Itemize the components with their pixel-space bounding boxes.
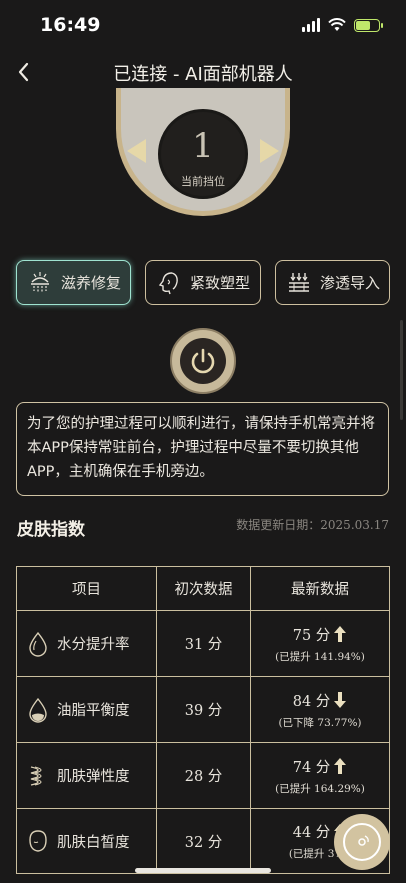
item-name: 肌肤弹性度 [57, 769, 130, 785]
latest-value: 75 分 [292, 627, 331, 644]
first-value: 28 分 [157, 743, 251, 808]
change-text: (已下降 73.77%) [278, 716, 362, 729]
first-value: 39 分 [157, 677, 251, 742]
table-row: 水分提升率 31 分 75 分 (已提升 141.94%) [17, 611, 389, 677]
date-label: 数据更新日期： [236, 518, 321, 532]
increase-gear-button[interactable] [260, 139, 279, 163]
nourish-icon [31, 271, 49, 292]
change-text: (已提升 141.94%) [275, 650, 365, 663]
face-icon [29, 830, 47, 852]
table-header: 项目 初次数据 最新数据 [17, 567, 389, 611]
mode-button-nourish[interactable]: 滋养修复 [16, 260, 131, 305]
face-profile-icon [158, 271, 178, 294]
gear-value: 1 [192, 126, 214, 166]
skin-index-title: 皮肤指数 [17, 520, 85, 540]
data-update-date: 数据更新日期：2025.03.17 [236, 516, 389, 533]
battery-icon [354, 18, 383, 32]
mode-button-infuse[interactable]: 渗透导入 [275, 260, 390, 305]
skin-index-table: 项目 初次数据 最新数据 水分提升率 31 分 75 分 (已提升 141.94… [16, 566, 390, 874]
column-header-item: 项目 [17, 567, 157, 610]
status-time: 16:49 [40, 14, 101, 36]
oil-drop-icon [29, 697, 47, 723]
latest-value: 74 分 [292, 759, 331, 776]
home-indicator [135, 868, 271, 873]
item-cell: 肌肤弹性度 [17, 743, 157, 808]
signal-icon [302, 18, 320, 32]
water-drop-icon [29, 631, 47, 657]
item-cell: 油脂平衡度 [17, 677, 157, 742]
arrow-down-icon [334, 692, 347, 708]
infuse-icon [289, 272, 309, 292]
gear-label: 当前挡位 [181, 175, 225, 188]
column-header-first: 初次数据 [157, 567, 251, 610]
latest-value: 44 分 [292, 825, 331, 841]
mode-label-infuse: 渗透导入 [320, 274, 381, 292]
status-icons [302, 18, 383, 32]
item-cell: 肌肤白皙度 [17, 809, 157, 873]
page-title: 已连接 - AI面部机器人 [113, 64, 293, 85]
arrow-up-icon [334, 758, 347, 774]
decrease-gear-button[interactable] [127, 139, 146, 163]
notice-box: 为了您的护理过程可以顺利进行，请保持手机常亮并将本APP保持常驻前台，护理过程中… [16, 402, 389, 496]
table-row: 油脂平衡度 39 分 84 分 (已下降 73.77%) [17, 677, 389, 743]
first-value: 32 分 [157, 809, 251, 873]
latest-cell: 74 分 (已提升 164.29%) [251, 743, 389, 808]
mode-button-firming[interactable]: 紧致塑型 [145, 260, 261, 305]
wifi-icon [328, 18, 346, 31]
power-icon [191, 348, 215, 374]
item-name: 油脂平衡度 [57, 703, 130, 719]
item-name: 肌肤白皙度 [57, 834, 130, 851]
column-header-latest: 最新数据 [291, 582, 349, 598]
scrollbar[interactable] [400, 320, 403, 420]
mode-label-firming: 紧致塑型 [190, 274, 251, 292]
latest-value: 84 分 [292, 693, 331, 710]
latest-cell: 84 分 (已下降 73.77%) [251, 677, 389, 742]
elasticity-icon [30, 765, 42, 786]
latest-cell: 75 分 (已提升 141.94%) [251, 611, 389, 676]
mode-label-nourish: 滋养修复 [61, 274, 122, 292]
music-note-icon [358, 835, 369, 846]
first-value: 31 分 [157, 611, 251, 676]
table-row: 肌肤弹性度 28 分 74 分 (已提升 164.29%) [17, 743, 389, 809]
date-value: 2025.03.17 [320, 518, 389, 532]
change-text: (已提升 164.29%) [275, 782, 365, 795]
item-cell: 水分提升率 [17, 611, 157, 676]
item-name: 水分提升率 [57, 637, 130, 653]
arrow-up-icon [334, 626, 347, 642]
